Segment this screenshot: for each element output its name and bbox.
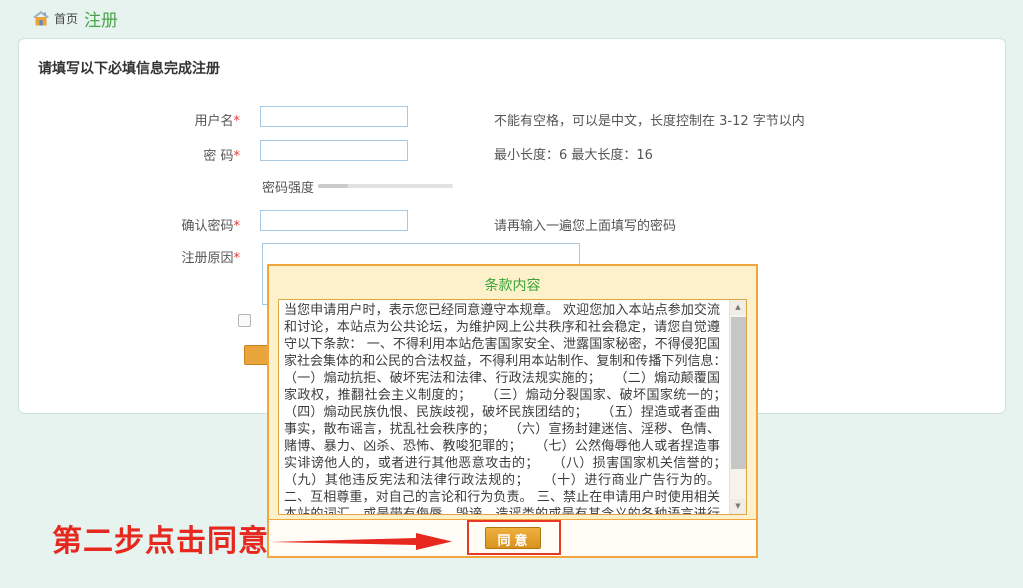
password-input[interactable]	[260, 140, 408, 161]
password-strength-label: 密码强度	[262, 177, 314, 196]
confirm-password-label: 确认密码*	[128, 215, 240, 234]
breadcrumb: 首页 注册	[33, 6, 118, 31]
terms-checkbox[interactable]	[238, 314, 251, 327]
breadcrumb-current-page: 注册	[84, 6, 118, 31]
password-hint: 最小长度：6 最大长度：16	[494, 144, 653, 163]
required-asterisk: *	[234, 219, 241, 234]
breadcrumb-home-link[interactable]: 首页	[54, 10, 78, 27]
terms-scrollbar[interactable]: ▲ ▼	[729, 300, 746, 514]
terms-text: 当您申请用户时，表示您已经同意遵守本规章。 欢迎您加入本站点参加交流和讨论，本站…	[279, 300, 746, 514]
terms-modal-title: 条款内容	[269, 275, 756, 295]
agree-button[interactable]: 同意	[484, 527, 540, 549]
username-input[interactable]	[260, 106, 408, 127]
username-hint: 不能有空格，可以是中文，长度控制在 3-12 字节以内	[494, 110, 805, 129]
required-asterisk: *	[234, 149, 241, 164]
annotation-arrow-icon	[270, 531, 454, 551]
required-asterisk: *	[234, 251, 241, 266]
confirm-password-hint: 请再输入一遍您上面填写的密码	[494, 215, 676, 234]
password-label: 密 码*	[128, 145, 240, 164]
confirm-password-input[interactable]	[260, 210, 408, 231]
password-strength-meter	[318, 184, 453, 188]
home-icon	[33, 11, 49, 26]
scrollbar-down-icon[interactable]: ▼	[730, 499, 746, 514]
annotation-step-text: 第二步点击同意	[52, 516, 269, 560]
password-strength-segment	[318, 184, 348, 188]
username-label: 用户名*	[128, 110, 240, 129]
scrollbar-thumb[interactable]	[731, 317, 746, 469]
terms-scroll-box[interactable]: 当您申请用户时，表示您已经同意遵守本规章。 欢迎您加入本站点参加交流和讨论，本站…	[278, 299, 747, 515]
reason-label: 注册原因*	[128, 247, 240, 266]
form-heading: 请填写以下必填信息完成注册	[38, 58, 220, 78]
scrollbar-up-icon[interactable]: ▲	[730, 300, 746, 315]
terms-modal: 条款内容 当您申请用户时，表示您已经同意遵守本规章。 欢迎您加入本站点参加交流和…	[267, 264, 758, 558]
required-asterisk: *	[234, 114, 241, 129]
